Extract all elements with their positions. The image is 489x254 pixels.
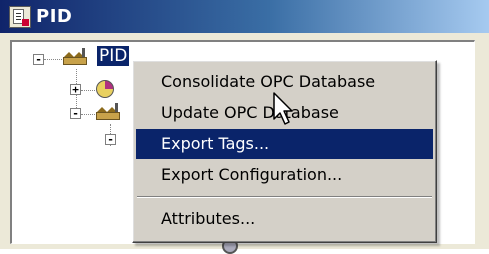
root-node-label[interactable]: PID — [95, 45, 131, 67]
context-menu[interactable]: Consolidate OPC Database Update OPC Data… — [132, 60, 437, 243]
menu-item-consolidate-opc-database[interactable]: Consolidate OPC Database — [136, 67, 433, 97]
pie-chart-icon — [96, 80, 114, 98]
child-collapse-toggle[interactable]: - — [70, 108, 81, 119]
child-expand-toggle[interactable]: + — [70, 84, 81, 95]
menu-item-attributes[interactable]: Attributes... — [136, 204, 433, 234]
root-factory-icon — [63, 47, 87, 65]
menu-separator — [137, 196, 432, 198]
grandchild-collapse-toggle[interactable]: - — [105, 134, 116, 145]
app-document-icon[interactable] — [9, 6, 31, 28]
menu-item-update-opc-database[interactable]: Update OPC Database — [136, 98, 433, 128]
title-bar[interactable]: PID — [0, 0, 489, 33]
menu-item-export-configuration[interactable]: Export Configuration... — [136, 160, 433, 190]
child-factory-icon — [96, 102, 120, 120]
window-title: PID — [36, 6, 73, 27]
root-collapse-toggle[interactable]: - — [33, 54, 44, 65]
menu-item-export-tags[interactable]: Export Tags... — [136, 129, 433, 159]
